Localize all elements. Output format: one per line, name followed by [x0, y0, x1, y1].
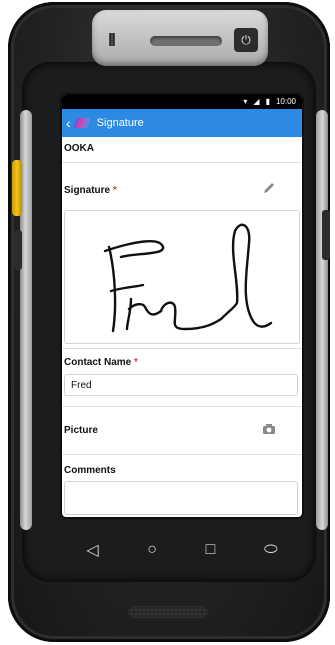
picture-section: Picture: [62, 407, 302, 455]
app-bar: ‹ Signature: [62, 109, 302, 137]
device-top-cap: II ⏻: [92, 10, 268, 66]
scan-button-left[interactable]: [12, 160, 22, 216]
record-row: OOKA: [62, 137, 302, 163]
signature-label-text: Signature: [64, 185, 111, 196]
picture-label: Picture: [64, 425, 98, 436]
required-mark: *: [134, 357, 138, 368]
cap-grip-icon: II: [108, 30, 116, 50]
status-time: 10:00: [275, 97, 296, 106]
signal-icon: ◢: [253, 97, 260, 106]
status-bar: ▾ ◢ ▮ 10:00: [62, 95, 302, 109]
power-button[interactable]: ⏻: [234, 28, 258, 52]
nav-extra-icon[interactable]: ⬭: [264, 541, 278, 559]
comments-label: Comments: [64, 465, 116, 476]
contact-label-text: Contact Name: [64, 357, 132, 368]
edit-pencil-icon[interactable]: [262, 181, 276, 198]
nav-back-icon[interactable]: ◁: [86, 540, 98, 560]
wifi-icon: ▾: [243, 97, 248, 106]
record-name: OOKA: [64, 143, 94, 154]
nav-home-icon[interactable]: ○: [147, 541, 157, 559]
cap-slot: [150, 36, 222, 46]
app-logo: [73, 117, 91, 129]
comments-input[interactable]: [64, 481, 298, 515]
contact-name-input[interactable]: Fred: [64, 374, 298, 396]
signature-label: Signature *: [64, 185, 117, 196]
contact-name-value: Fred: [71, 380, 92, 391]
signature-drawing: [103, 223, 273, 333]
contact-label: Contact Name *: [64, 357, 138, 368]
android-nav-bar: ◁ ○ □ ⬭: [62, 530, 302, 570]
speaker-grille: [128, 606, 208, 618]
battery-icon: ▮: [265, 97, 270, 106]
required-mark: *: [112, 185, 117, 196]
signature-pad[interactable]: [64, 210, 300, 344]
side-rail-right: [316, 110, 328, 530]
side-key-right[interactable]: [322, 210, 330, 260]
device-screen: ▾ ◢ ▮ 10:00 ‹ Signature OOKA Signature *: [62, 95, 302, 517]
page-title: Signature: [96, 117, 144, 129]
camera-icon[interactable]: [262, 423, 276, 438]
back-icon[interactable]: ‹: [66, 115, 71, 131]
side-key-left[interactable]: [14, 230, 22, 270]
nav-recents-icon[interactable]: □: [206, 541, 216, 559]
